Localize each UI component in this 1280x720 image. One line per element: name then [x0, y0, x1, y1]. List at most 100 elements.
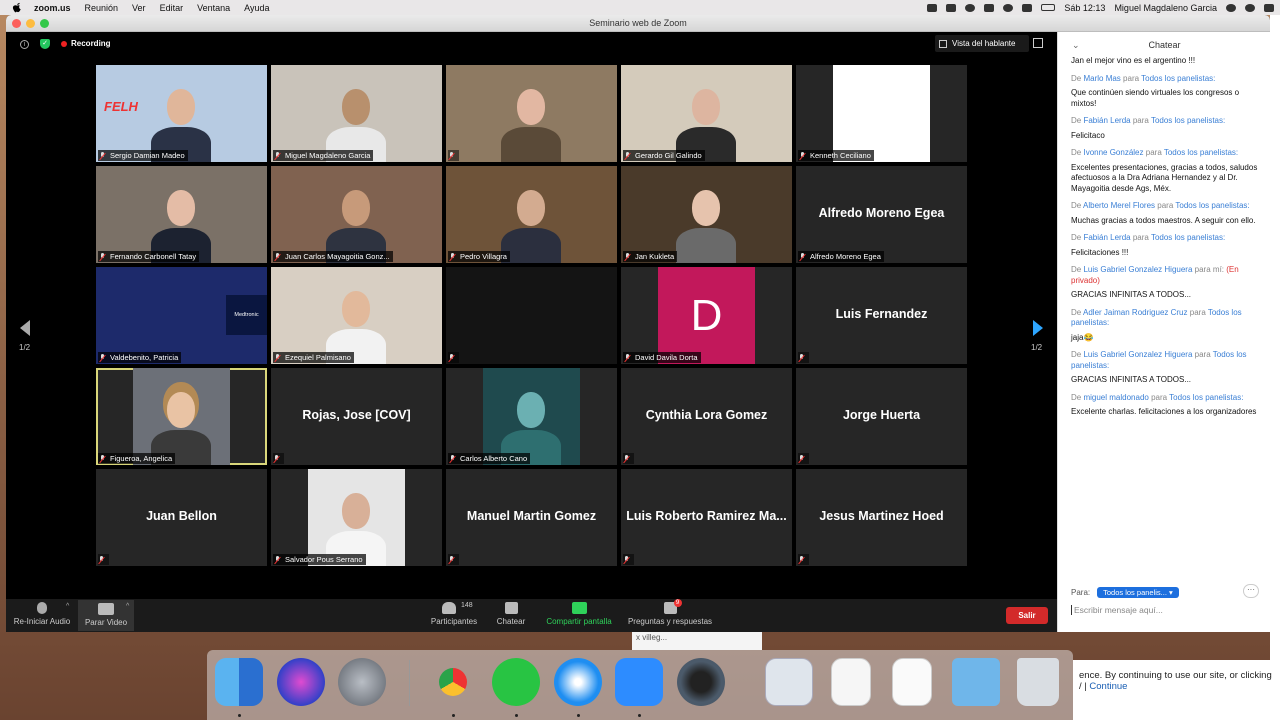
user-name[interactable]: Miguel Magdaleno Garcia	[1114, 3, 1217, 13]
participant-label-text: Figueroa, Angelica	[110, 454, 173, 463]
leave-button[interactable]: Salir	[1006, 607, 1048, 624]
window-title: Seminario web de Zoom	[589, 18, 687, 28]
participant-tile[interactable]: Salvador Pous Serrano	[271, 469, 442, 566]
participant-tile[interactable]: Juan Bellon	[96, 469, 267, 566]
participant-tile[interactable]	[446, 267, 617, 364]
chat-sender[interactable]: Alberto Merel Flores	[1083, 201, 1155, 210]
share-screen-button[interactable]: Compartir pantalla	[542, 602, 616, 626]
chat-header: ⌄ Chatear	[1058, 32, 1270, 58]
participant-tile[interactable]: Manuel Martin Gomez	[446, 469, 617, 566]
next-page-arrow-icon[interactable]	[1033, 320, 1043, 336]
participant-tile[interactable]: Ezequiel Palmisano	[271, 267, 442, 364]
participant-label-text: Fernando Carbonell Tatay	[110, 252, 197, 261]
chat-sender[interactable]: Luis Gabriel Gonzalez Higuera	[1083, 265, 1192, 274]
participant-tile[interactable]: Rojas, Jose [COV]	[271, 368, 442, 465]
shield-icon[interactable]: ✓	[40, 39, 50, 49]
bluetooth-icon[interactable]	[984, 3, 995, 12]
chat-de-word: De	[1071, 307, 1082, 317]
previous-page-arrow-icon[interactable]	[20, 320, 30, 336]
reinit-audio-button[interactable]: Re-Iniciar Audio	[12, 602, 72, 626]
participant-tile[interactable]: D David Davila Dorta	[621, 267, 792, 364]
menu-ver[interactable]: Ver	[132, 3, 146, 13]
zoom-status-icon[interactable]	[927, 3, 938, 12]
participant-tile[interactable]	[446, 65, 617, 162]
participant-tile[interactable]: Fernando Carbonell Tatay	[96, 166, 267, 263]
recording-indicator[interactable]: Recording	[61, 39, 111, 48]
video-options-chevron-icon[interactable]: ^	[126, 603, 129, 610]
menu-editar[interactable]: Editar	[160, 3, 184, 13]
airplay-icon[interactable]	[1022, 3, 1033, 12]
qa-button[interactable]: 9 Preguntas y respuestas	[623, 599, 717, 626]
applications-folder-icon[interactable]	[952, 658, 1000, 706]
text-document-icon[interactable]	[892, 658, 932, 706]
chat-recipient-name: mí:	[1212, 265, 1225, 274]
collapse-chevron-icon[interactable]: ⌄	[1072, 32, 1080, 58]
notification-center-icon[interactable]	[1264, 3, 1274, 12]
chat-input[interactable]: Escribir mensaje aquí...	[1071, 605, 1261, 615]
participant-tile[interactable]: FELH Sergio Damian Madeo	[96, 65, 267, 162]
chat-sender[interactable]: miguel maldonado	[1083, 393, 1148, 402]
fullscreen-icon[interactable]	[1033, 38, 1043, 48]
recipient-dropdown[interactable]: Todos los panelis... ▾	[1097, 587, 1179, 598]
dropbox-icon[interactable]	[946, 3, 957, 12]
participant-tile[interactable]: Medtronic Valdebenito, Patricia	[96, 267, 267, 364]
participant-tile[interactable]: Luis Roberto Ramirez Ma...	[621, 469, 792, 566]
participant-tile[interactable]: Juan Carlos Mayagoitia Gonz...	[271, 166, 442, 263]
spreadsheet-icon[interactable]	[831, 658, 871, 706]
cloud-icon[interactable]	[965, 3, 976, 12]
chat-sender[interactable]: Adler Jaiman Rodriguez Cruz	[1083, 308, 1188, 317]
chat-button[interactable]: Chatear	[491, 602, 531, 626]
cookie-continue-link[interactable]: Continue	[1089, 681, 1127, 692]
chat-para-word: para	[1151, 392, 1168, 402]
info-icon[interactable]: i	[20, 40, 29, 49]
participant-tile[interactable]: Jan Kukleta	[621, 166, 792, 263]
chat-sender[interactable]: Fabián Lerda	[1083, 116, 1130, 125]
menu-reunion[interactable]: Reunión	[85, 3, 119, 13]
participant-label: Salvador Pous Serrano	[273, 554, 366, 565]
apple-icon[interactable]	[12, 2, 22, 13]
battery-icon[interactable]	[1041, 4, 1056, 11]
chat-sender[interactable]: Ivonne González	[1083, 148, 1143, 157]
finder-icon[interactable]	[215, 658, 263, 706]
spotlight-search-icon[interactable]	[1226, 3, 1236, 12]
participant-tile[interactable]: Jesus Martinez Hoed	[796, 469, 967, 566]
participant-tile[interactable]: Jorge Huerta	[796, 368, 967, 465]
chrome-icon[interactable]	[429, 658, 477, 706]
participant-tile[interactable]: Kenneth Ceciliano	[796, 65, 967, 162]
launchpad-icon[interactable]	[338, 658, 386, 706]
video-feed	[96, 166, 267, 263]
whatsapp-icon[interactable]	[492, 658, 540, 706]
person-body	[501, 228, 561, 263]
participant-tile[interactable]: Luis Fernandez	[796, 267, 967, 364]
participant-tile[interactable]: Miguel Magdaleno Garcia	[271, 65, 442, 162]
clock[interactable]: Sáb 12:13	[1064, 3, 1105, 13]
chat-message-header: De Alberto Merel Flores para Todos los p…	[1071, 201, 1265, 212]
wifi-icon[interactable]	[1003, 3, 1014, 12]
quicktime-icon[interactable]	[677, 658, 725, 706]
trash-icon[interactable]	[1017, 658, 1059, 706]
menu-ventana[interactable]: Ventana	[197, 3, 230, 13]
participants-button[interactable]: 148 Participantes	[424, 602, 484, 626]
menu-app[interactable]: zoom.us	[34, 3, 71, 13]
participant-label: Valdebenito, Patricia	[98, 352, 182, 363]
audio-options-chevron-icon[interactable]: ^	[66, 603, 69, 610]
zoom-icon[interactable]	[615, 658, 663, 706]
chat-sender[interactable]: Fabián Lerda	[1083, 233, 1130, 242]
document-thumbnail-icon[interactable]	[765, 658, 813, 706]
muted-mic-icon	[624, 151, 631, 160]
participant-tile[interactable]: Cynthia Lora Gomez	[621, 368, 792, 465]
siri-icon[interactable]	[1245, 3, 1255, 12]
participant-name: Manuel Martin Gomez	[466, 509, 597, 523]
participant-tile[interactable]: Alfredo Moreno Egea Alfredo Moreno Egea	[796, 166, 967, 263]
participant-tile[interactable]: Pedro Villagra	[446, 166, 617, 263]
siri-dock-icon[interactable]	[277, 658, 325, 706]
menu-ayuda[interactable]: Ayuda	[244, 3, 269, 13]
chat-sender[interactable]: Luis Gabriel Gonzalez Higuera	[1083, 350, 1192, 359]
participant-tile[interactable]: Figueroa, Angelica	[96, 368, 267, 465]
participant-tile[interactable]: Gerardo Gil Galindo	[621, 65, 792, 162]
chat-sender[interactable]: Marlo Mas	[1083, 74, 1120, 83]
speaker-view-button[interactable]: Vista del hablante	[935, 35, 1029, 52]
safari-icon[interactable]	[554, 658, 602, 706]
more-options-icon[interactable]: ···	[1243, 584, 1259, 598]
participant-tile[interactable]: Carlos Alberto Cano	[446, 368, 617, 465]
